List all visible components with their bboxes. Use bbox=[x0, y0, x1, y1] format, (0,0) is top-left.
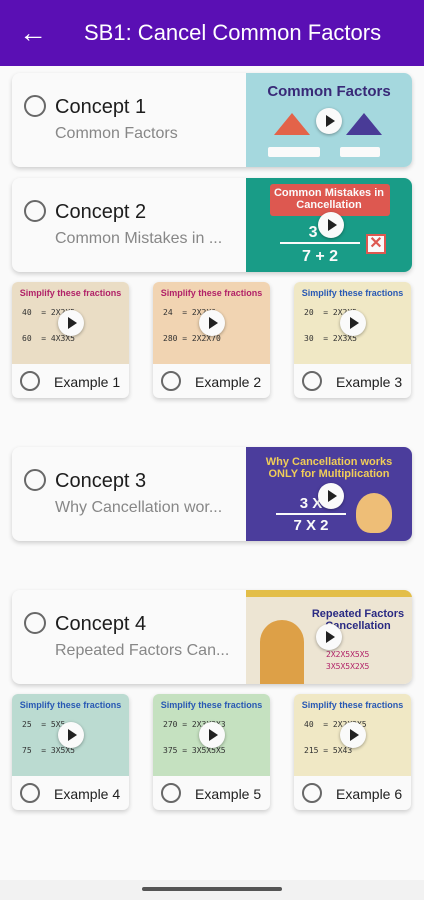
example-card-6[interactable]: Simplify these fractions 40 = 2X2X2X5 21… bbox=[294, 694, 411, 810]
presenter-figure-icon bbox=[260, 620, 304, 684]
example-3-thumbnail[interactable]: Simplify these fractions 20 = 2X2X5 30 =… bbox=[294, 282, 411, 364]
play-icon[interactable] bbox=[318, 483, 344, 509]
thumbnail-eq-bottom: 7 + 2 bbox=[301, 248, 339, 265]
play-icon[interactable] bbox=[316, 108, 342, 134]
thumbnail-eq-bottom: 7 X 2 bbox=[293, 517, 329, 534]
concept-title: Concept 4 bbox=[55, 613, 147, 635]
cross-mark-icon: ✕ bbox=[366, 234, 386, 254]
play-icon[interactable] bbox=[340, 310, 366, 336]
concept-card-2[interactable]: Concept 2 Common Mistakes in ... Common … bbox=[12, 178, 412, 272]
concept-card-1[interactable]: Concept 1 Common Factors Common Factors bbox=[12, 73, 412, 167]
example-label: Example 2 bbox=[195, 374, 262, 390]
example-3-radio[interactable] bbox=[302, 371, 322, 391]
concept-subtitle: Why Cancellation wor... bbox=[55, 499, 223, 516]
thumbnail-text: Simplify these fractions bbox=[301, 700, 404, 710]
play-icon[interactable] bbox=[340, 722, 366, 748]
thumbnail-text: Simplify these fractions bbox=[160, 700, 263, 710]
number-blocks-left bbox=[268, 147, 320, 157]
concept-card-4[interactable]: Concept 4 Repeated Factors Can... Repeat… bbox=[12, 590, 412, 684]
concept-text: Concept 3 Why Cancellation wor... bbox=[12, 447, 246, 541]
example-label: Example 6 bbox=[336, 786, 403, 802]
app-bar: ← SB1: Cancel Common Factors bbox=[0, 0, 424, 66]
concept-subtitle: Common Mistakes in ... bbox=[55, 230, 223, 247]
example-label: Example 1 bbox=[54, 374, 121, 390]
concept-4-radio[interactable] bbox=[24, 612, 46, 634]
concept-1-thumbnail[interactable]: Common Factors bbox=[246, 73, 412, 167]
example-1-thumbnail[interactable]: Simplify these fractions 40 = 2X2X5 60 =… bbox=[12, 282, 129, 364]
thumbnail-top-strip bbox=[246, 590, 412, 597]
fraction-bar bbox=[280, 242, 360, 244]
concept-4-thumbnail[interactable]: Repeated Factors Cancellation 2X2X5X5X5 … bbox=[246, 590, 412, 684]
concept-1-radio[interactable] bbox=[24, 95, 46, 117]
number-blocks-right bbox=[340, 147, 380, 157]
concept-card-3[interactable]: Concept 3 Why Cancellation wor... Why Ca… bbox=[12, 447, 412, 541]
thumbnail-text: Simplify these fractions bbox=[19, 288, 122, 298]
home-indicator[interactable] bbox=[142, 887, 282, 891]
example-1-radio[interactable] bbox=[20, 371, 40, 391]
concept-title: Concept 3 bbox=[55, 470, 147, 492]
play-icon[interactable] bbox=[58, 722, 84, 748]
concept-text: Concept 4 Repeated Factors Can... bbox=[12, 590, 246, 684]
concept-3-radio[interactable] bbox=[24, 469, 46, 491]
example-card-1[interactable]: Simplify these fractions 40 = 2X2X5 60 =… bbox=[12, 282, 129, 398]
page-title: SB1: Cancel Common Factors bbox=[84, 20, 382, 45]
example-2-radio[interactable] bbox=[161, 371, 181, 391]
example-card-4[interactable]: Simplify these fractions 25 = 5X5 75 = 3… bbox=[12, 694, 129, 810]
example-6-thumbnail[interactable]: Simplify these fractions 40 = 2X2X2X5 21… bbox=[294, 694, 411, 776]
example-card-3[interactable]: Simplify these fractions 20 = 2X2X5 30 =… bbox=[294, 282, 411, 398]
fraction-bar bbox=[276, 513, 346, 515]
example-6-radio[interactable] bbox=[302, 783, 322, 803]
example-card-2[interactable]: Simplify these fractions 24 = 2X2X6 280 … bbox=[153, 282, 270, 398]
thumbnail-text: Why Cancellation works ONLY for Multipli… bbox=[265, 456, 393, 480]
cartoon-character-icon bbox=[356, 493, 392, 533]
concept-3-thumbnail[interactable]: Why Cancellation works ONLY for Multipli… bbox=[246, 447, 412, 541]
play-icon[interactable] bbox=[58, 310, 84, 336]
example-5-radio[interactable] bbox=[161, 783, 181, 803]
example-label: Example 4 bbox=[54, 786, 121, 802]
equation-line: 2X2X5X5X5 bbox=[326, 650, 370, 659]
concept-2-radio[interactable] bbox=[24, 200, 46, 222]
equation-line: 3X5X5X2X5 bbox=[326, 662, 370, 671]
equation-line: 375 = 3X5X5X5 bbox=[163, 746, 226, 755]
concept-subtitle: Common Factors bbox=[55, 125, 178, 142]
play-icon[interactable] bbox=[199, 310, 225, 336]
concept-text: Concept 1 Common Factors bbox=[12, 73, 246, 167]
concept-2-thumbnail[interactable]: Common Mistakes in Cancellation 3 + 7 + … bbox=[246, 178, 412, 272]
concept-subtitle: Repeated Factors Can... bbox=[55, 642, 230, 659]
thumbnail-text: Simplify these fractions bbox=[301, 288, 404, 298]
play-icon[interactable] bbox=[199, 722, 225, 748]
example-label: Example 5 bbox=[195, 786, 262, 802]
triangle-left-shape bbox=[274, 113, 310, 135]
concept-title: Concept 2 bbox=[55, 201, 147, 223]
concept-text: Concept 2 Common Mistakes in ... bbox=[12, 178, 246, 272]
concept-title: Concept 1 bbox=[55, 96, 147, 118]
thumbnail-text: Common Factors bbox=[267, 83, 391, 100]
play-icon[interactable] bbox=[318, 212, 344, 238]
gesture-bar bbox=[0, 880, 424, 900]
triangle-right-shape bbox=[346, 113, 382, 135]
example-card-5[interactable]: Simplify these fractions 270 = 2X3X3X3 3… bbox=[153, 694, 270, 810]
example-2-thumbnail[interactable]: Simplify these fractions 24 = 2X2X6 280 … bbox=[153, 282, 270, 364]
equation-line: 215 = 5X43 bbox=[304, 746, 353, 755]
thumbnail-text: Simplify these fractions bbox=[160, 288, 263, 298]
play-icon[interactable] bbox=[316, 624, 342, 650]
example-4-thumbnail[interactable]: Simplify these fractions 25 = 5X5 75 = 3… bbox=[12, 694, 129, 776]
back-arrow-icon[interactable]: ← bbox=[0, 0, 66, 66]
example-4-radio[interactable] bbox=[20, 783, 40, 803]
example-label: Example 3 bbox=[336, 374, 403, 390]
thumbnail-text: Common Mistakes in Cancellation bbox=[273, 187, 385, 211]
example-5-thumbnail[interactable]: Simplify these fractions 270 = 2X3X3X3 3… bbox=[153, 694, 270, 776]
thumbnail-text: Simplify these fractions bbox=[19, 700, 122, 710]
